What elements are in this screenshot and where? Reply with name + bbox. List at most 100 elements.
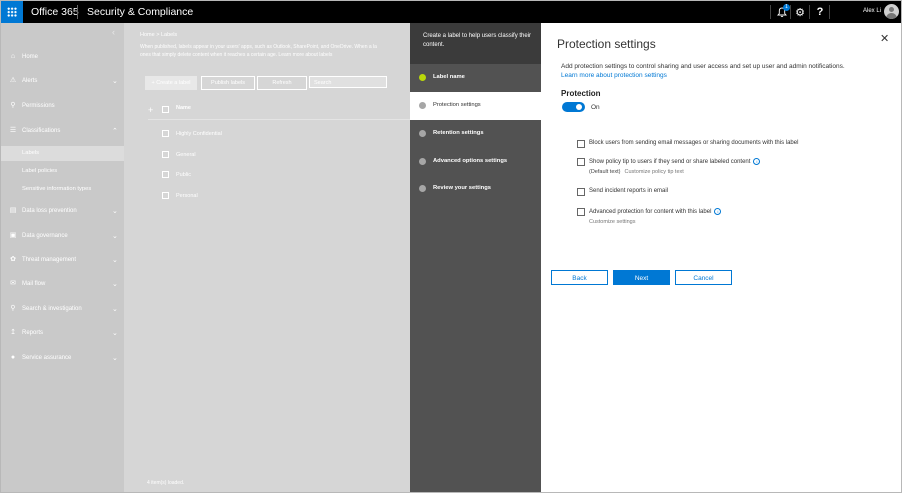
customize-settings-link[interactable]: Customize settings [589, 219, 635, 225]
next-button[interactable]: Next [613, 270, 670, 285]
help-button[interactable]: ? [810, 1, 830, 23]
nav-sub-label-policies[interactable]: Label policies [1, 164, 124, 179]
step-pending-icon [419, 130, 426, 137]
incident-reports-checkbox[interactable] [577, 188, 585, 196]
notifications-button[interactable]: 1 [772, 1, 792, 23]
chevron-up-icon: ⌃ [112, 128, 118, 135]
learn-more-protection-link[interactable]: Learn more about protection settings [561, 72, 667, 79]
topbar-divider [77, 5, 78, 19]
publish-labels-button[interactable]: Publish labels [201, 76, 255, 90]
step-label: Protection settings [433, 102, 481, 108]
protection-toggle[interactable] [562, 102, 585, 112]
nav-item-label: Mail flow [22, 281, 46, 287]
table-row[interactable]: Personal [176, 193, 198, 199]
nav-item-alerts[interactable]: ⚠ Alerts ⌄ [1, 75, 124, 89]
option-sub: (Default text) Customize policy tip text [589, 169, 684, 175]
collapse-nav-icon[interactable]: ‹ [112, 27, 115, 37]
breadcrumb-home[interactable]: Home [140, 32, 155, 38]
learn-more-labels-link[interactable]: Learn more about labels [278, 52, 332, 58]
add-icon[interactable]: + [148, 105, 153, 115]
app-launcher-button[interactable] [1, 1, 23, 23]
nav-sub-label: Labels [22, 150, 40, 156]
select-all-checkbox[interactable] [162, 106, 169, 113]
nav-item-home[interactable]: ⌂ Home [1, 51, 124, 65]
step-advanced-options[interactable]: Advanced options settings [410, 148, 541, 176]
nav-item-label: Classifications [22, 128, 61, 134]
left-nav: ‹ ⌂ Home ⚠ Alerts ⌄ ⚲ Permissions ☰ Clas… [1, 23, 124, 492]
nav-item-label: Data governance [22, 233, 68, 239]
nav-item-service-assurance[interactable]: ● Service assurance ⌄ [1, 352, 124, 366]
user-name[interactable]: Alex Li [863, 8, 881, 14]
wizard-header-text: Create a label to help users classify th… [423, 33, 532, 48]
info-icon[interactable]: i [753, 158, 761, 165]
settings-button[interactable]: ⚙ [790, 1, 810, 23]
nav-sub-sensitive-info-types[interactable]: Sensitive information types [1, 182, 124, 197]
refresh-button[interactable]: Refresh [257, 76, 307, 90]
topbar-divider [770, 5, 771, 19]
step-label: Review your settings [433, 185, 491, 191]
nav-item-threat-management[interactable]: ✿ Threat management ⌄ [1, 254, 124, 268]
nav-sub-label: Sensitive information types [22, 186, 92, 192]
panel-description-text: Add protection settings to control shari… [561, 63, 845, 70]
chevron-down-icon: ⌄ [112, 355, 118, 362]
nav-item-permissions[interactable]: ⚲ Permissions [1, 100, 124, 114]
wizard-header: Create a label to help users classify th… [410, 23, 541, 64]
column-header-name[interactable]: Name [176, 105, 191, 111]
row-checkbox[interactable] [162, 171, 169, 178]
close-icon[interactable]: ✕ [880, 32, 889, 45]
option-label-wrap[interactable]: Show policy tip to users if they send or… [589, 158, 761, 166]
nav-item-search-investigation[interactable]: ⚲ Search & investigation ⌄ [1, 303, 124, 317]
row-checkbox[interactable] [162, 151, 169, 158]
option-label: Advanced protection for content with thi… [589, 209, 712, 216]
nav-item-label: Search & investigation [22, 306, 82, 312]
panel-description: Add protection settings to control shari… [561, 62, 861, 80]
notification-badge: 1 [783, 4, 790, 11]
nav-item-label: Data loss prevention [22, 208, 77, 214]
advanced-protection-checkbox[interactable] [577, 208, 585, 216]
option-sub: Customize settings [589, 219, 635, 225]
warning-icon: ⚠ [9, 77, 17, 84]
chart-icon: ↥ [10, 329, 16, 336]
policy-tip-checkbox[interactable] [577, 158, 585, 166]
chevron-down-icon: ⌄ [112, 306, 118, 313]
step-complete-icon [419, 74, 426, 81]
option-label[interactable]: Block users from sending email messages … [589, 140, 798, 146]
create-label-button[interactable]: + Create a label [145, 76, 197, 90]
waffle-icon [7, 7, 17, 17]
step-protection-settings[interactable]: Protection settings [410, 92, 541, 120]
option-label-wrap[interactable]: Advanced protection for content with thi… [589, 208, 722, 216]
back-button[interactable]: Back [551, 270, 608, 285]
step-label: Retention settings [433, 130, 484, 136]
nav-item-label: Alerts [22, 78, 38, 84]
nav-sub-labels[interactable]: Labels [1, 146, 124, 161]
step-review-settings[interactable]: Review your settings [410, 175, 541, 203]
nav-item-data-loss-prevention[interactable]: ▤ Data loss prevention ⌄ [1, 205, 124, 219]
step-retention-settings[interactable]: Retention settings [410, 120, 541, 148]
brand-name[interactable]: Office 365 [31, 6, 79, 18]
row-checkbox[interactable] [162, 130, 169, 137]
gear-icon: ⚙ [795, 6, 805, 19]
grid-divider [148, 119, 410, 120]
nav-item-mail-flow[interactable]: ✉ Mail flow ⌄ [1, 278, 124, 292]
table-row[interactable]: General [176, 152, 196, 158]
option-label: Show policy tip to users if they send or… [589, 159, 751, 166]
block-users-checkbox[interactable] [577, 140, 585, 148]
nav-item-classifications[interactable]: ☰ Classifications ⌃ [1, 125, 124, 139]
description-line: When published, labels appear in your us… [140, 44, 377, 50]
avatar[interactable] [884, 4, 899, 19]
search-input[interactable]: Search [309, 76, 387, 88]
step-label-name[interactable]: Label name [410, 64, 541, 92]
nav-item-data-governance[interactable]: ▣ Data governance ⌄ [1, 230, 124, 244]
toggle-state-label: On [591, 104, 600, 111]
table-row[interactable]: Public [176, 172, 191, 178]
cancel-button[interactable]: Cancel [675, 270, 732, 285]
avatar-head [889, 7, 894, 12]
table-row[interactable]: Highly Confidential [176, 131, 222, 137]
description-text: ones that simply delete content when it … [140, 52, 278, 58]
person-icon: ● [10, 354, 16, 361]
customize-policy-tip-link[interactable]: Customize policy tip text [624, 169, 683, 175]
row-checkbox[interactable] [162, 192, 169, 199]
option-label[interactable]: Send incident reports in email [589, 188, 668, 194]
nav-item-reports[interactable]: ↥ Reports ⌄ [1, 327, 124, 341]
info-icon[interactable]: i [714, 208, 722, 215]
